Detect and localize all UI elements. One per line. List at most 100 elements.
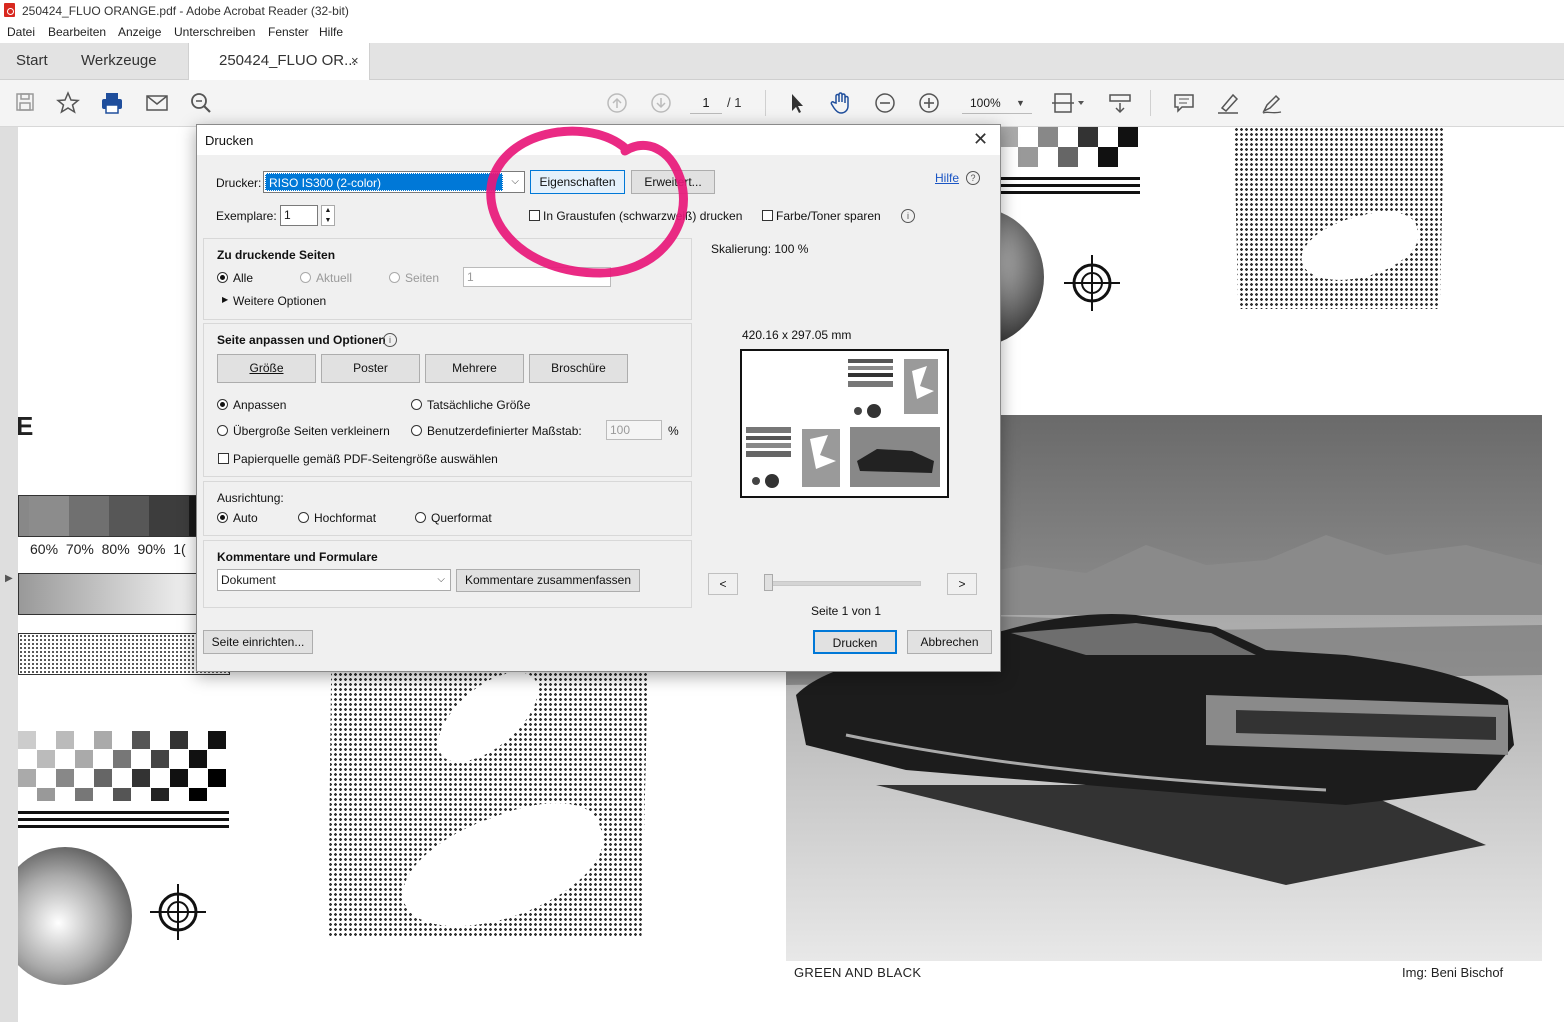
custom-scale-radio[interactable] [411,425,422,436]
print-button[interactable]: Drucken [813,630,897,654]
print-icon[interactable] [100,91,124,115]
orientation-auto-radio[interactable] [217,512,228,523]
fit-heading: Seite anpassen und Optionen [217,333,386,347]
percent-label: 80% [101,541,130,557]
toolbar-divider [1150,90,1151,116]
checker-pattern [18,731,229,801]
pdf-icon [4,3,15,17]
menu-unterschreiben[interactable]: Unterschreiben [174,25,255,39]
preview-slider-thumb[interactable] [764,574,773,591]
menu-anzeige[interactable]: Anzeige [118,25,161,39]
page-up-icon[interactable] [605,91,629,115]
close-icon[interactable]: ✕ [973,129,988,150]
checker-pattern [998,127,1140,167]
expand-triangle-icon[interactable]: ▶ [222,295,228,304]
gradient-bar [18,573,220,615]
page-fit-icon[interactable] [1052,91,1086,115]
menu-bar: Datei Bearbeiten Anzeige Unterschreiben … [0,22,1564,42]
percent-label: 70% [65,541,94,557]
mail-icon[interactable] [145,91,169,115]
orientation-panel: Ausrichtung: Auto Hochformat Querformat [203,481,692,536]
zoom-out-icon[interactable] [873,91,897,115]
tab-document-label: 250424_FLUO OR... [219,52,357,69]
landscape-radio[interactable] [415,512,426,523]
save-toner-checkbox[interactable] [762,210,773,221]
page-setup-button[interactable]: Seite einrichten... [203,630,313,654]
select-pointer-icon[interactable] [785,91,809,115]
landscape-label: Querformat [431,511,492,525]
preview-page-info: Seite 1 von 1 [811,604,882,618]
page-down-icon[interactable] [649,91,673,115]
zoom-in-icon[interactable] [917,91,941,115]
fit-label: Anpassen [233,398,287,412]
printer-value: RISO IS300 (2-color) [265,173,503,191]
pages-all-radio[interactable] [217,272,228,283]
zoom-select[interactable]: 100% ▼ [962,93,1032,114]
chevron-down-icon: ⌵ [437,574,445,585]
preview-prev-button[interactable]: < [708,573,738,595]
pages-current-radio[interactable] [300,272,311,283]
comments-select[interactable]: Dokument ⌵ [217,569,451,591]
preview-slider-track[interactable] [764,581,921,586]
paper-source-label: Papierquelle gemäß PDF-Seitengröße auswä… [233,452,498,466]
info-icon[interactable]: i [901,209,915,223]
custom-scale-input[interactable]: 100 [606,420,662,440]
hand-icon[interactable] [829,91,853,115]
booklet-button[interactable]: Broschüre [529,354,628,383]
info-icon[interactable]: i [383,333,397,347]
highlight-icon[interactable] [1216,91,1240,115]
gradient-sphere [18,847,132,985]
scroll-mode-icon[interactable] [1108,91,1132,115]
cancel-button[interactable]: Abbrechen [907,630,992,654]
star-icon[interactable] [56,91,80,115]
zoom-value: 100% [970,96,1001,110]
portrait-radio[interactable] [298,512,309,523]
page-number-input[interactable]: 1 [690,93,722,114]
gray-ramp [18,495,220,537]
tab-werkzeuge[interactable]: Werkzeuge [81,43,157,79]
help-icon[interactable]: ? [966,171,980,185]
more-options-label[interactable]: Weitere Optionen [233,294,326,308]
shrink-radio[interactable] [217,425,228,436]
help-link[interactable]: Hilfe [935,171,959,185]
size-button[interactable]: Größe [217,354,316,383]
window-title: 250424_FLUO ORANGE.pdf - Adobe Acrobat R… [22,4,349,18]
crosshair-icon [1064,255,1120,311]
sign-icon[interactable] [1260,91,1284,115]
window-titlebar: 250424_FLUO ORANGE.pdf - Adobe Acrobat R… [0,0,1564,22]
pages-all-label: Alle [233,271,254,285]
actual-size-radio[interactable] [411,399,422,410]
shrink-label: Übergroße Seiten verkleinern [233,424,390,438]
line-pattern [998,177,1140,199]
portrait-label: Hochformat [314,511,377,525]
toolbar: 1 / 1 100% ▼ [0,80,1564,127]
menu-fenster[interactable]: Fenster [268,25,309,39]
tab-close-icon[interactable]: × [351,43,359,79]
pages-range-label: Seiten [405,271,440,285]
tab-document[interactable]: 250424_FLUO OR... × [188,43,370,80]
preview-next-button[interactable]: > [947,573,977,595]
save-icon[interactable] [13,91,37,115]
fit-radio[interactable] [217,399,228,410]
copies-input[interactable]: 1 [280,205,318,226]
comments-heading: Kommentare und Formulare [217,550,378,564]
summarize-comments-button[interactable]: Kommentare zusammenfassen [456,569,640,592]
tab-start[interactable]: Start [16,43,48,79]
expand-pane-icon[interactable]: ▶ [5,573,13,584]
menu-bearbeiten[interactable]: Bearbeiten [48,25,106,39]
menu-datei[interactable]: Datei [7,25,35,39]
pages-heading: Zu druckende Seiten [217,248,336,262]
poster-button[interactable]: Poster [321,354,420,383]
search-zoom-icon[interactable] [189,91,213,115]
copies-stepper[interactable]: ▲ ▼ [321,205,335,226]
pages-range-radio[interactable] [389,272,400,283]
printer-label: Drucker: [216,176,262,190]
multiple-button[interactable]: Mehrere [425,354,524,383]
navigation-pane-rail[interactable]: ▶ [0,127,18,1022]
paper-source-checkbox[interactable] [218,453,229,464]
percent-label: 60% [30,541,59,557]
comment-icon[interactable] [1172,91,1196,115]
menu-hilfe[interactable]: Hilfe [319,25,343,39]
page-dimensions: 420.16 x 297.05 mm [742,328,852,342]
orientation-heading: Ausrichtung: [217,491,284,505]
